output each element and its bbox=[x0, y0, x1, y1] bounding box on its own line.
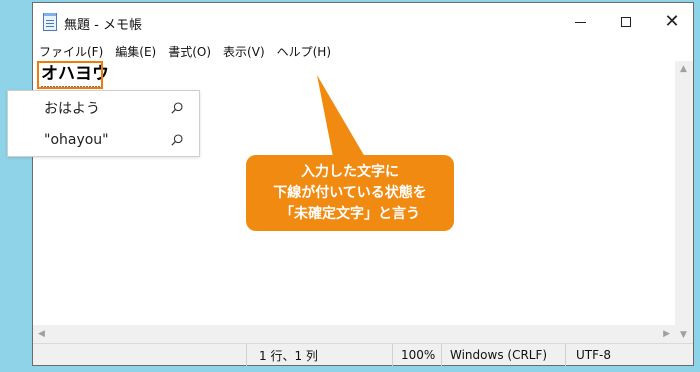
notepad-window: 無題 - メモ帳 ✕ ファイル(F) 編集(E) 書式(O) 表示(V) ヘルプ… bbox=[7, 2, 694, 366]
suggestion-label: おはよう bbox=[44, 101, 100, 117]
callout-pointer bbox=[317, 75, 365, 157]
minimize-button[interactable] bbox=[557, 3, 603, 41]
highlight-box bbox=[37, 61, 103, 89]
close-button[interactable]: ✕ bbox=[649, 3, 695, 41]
callout-line-2: 下線が付いている状態を bbox=[273, 184, 427, 201]
scroll-left-icon[interactable]: ◀ bbox=[38, 329, 45, 339]
title-bar[interactable]: 無題 - メモ帳 ✕ bbox=[33, 3, 693, 41]
scroll-right-icon[interactable]: ▶ bbox=[663, 329, 670, 339]
menu-help[interactable]: ヘルプ(H) bbox=[271, 43, 337, 60]
callout-line-1: 入力した文字に bbox=[301, 163, 399, 180]
annotation-callout: 入力した文字に 下線が付いている状態を 「未確定文字」と言う bbox=[246, 155, 454, 231]
window-title: 無題 - メモ帳 bbox=[64, 18, 142, 33]
callout-line-3: 「未確定文字」と言う bbox=[280, 205, 420, 222]
minimize-icon bbox=[574, 21, 586, 23]
status-bar: 1 行、1 列 100% Windows (CRLF) UTF-8 bbox=[33, 343, 693, 366]
horizontal-scrollbar[interactable]: ◀ ▶ bbox=[33, 325, 675, 343]
menu-file[interactable]: ファイル(F) bbox=[33, 43, 109, 60]
menu-bar: ファイル(F) 編集(E) 書式(O) 表示(V) ヘルプ(H) bbox=[33, 41, 693, 61]
notepad-icon bbox=[43, 13, 57, 31]
search-icon bbox=[171, 134, 183, 146]
ime-suggestion-list: おはよう "ohayou" bbox=[7, 90, 200, 157]
status-line-ending: Windows (CRLF) bbox=[441, 344, 565, 366]
menu-edit[interactable]: 編集(E) bbox=[109, 43, 162, 60]
maximize-button[interactable] bbox=[603, 3, 649, 41]
status-zoom: 100% bbox=[392, 344, 441, 366]
menu-format[interactable]: 書式(O) bbox=[162, 43, 217, 60]
suggestion-item[interactable]: "ohayou" bbox=[8, 124, 199, 156]
scroll-down-icon[interactable]: ▼ bbox=[680, 330, 687, 340]
scroll-up-icon[interactable]: ▲ bbox=[680, 64, 687, 74]
status-cursor-position: 1 行、1 列 bbox=[246, 344, 392, 366]
search-icon bbox=[171, 102, 183, 114]
maximize-icon bbox=[621, 17, 631, 27]
menu-view[interactable]: 表示(V) bbox=[217, 43, 271, 60]
status-encoding: UTF-8 bbox=[565, 344, 693, 366]
close-icon: ✕ bbox=[664, 11, 680, 32]
vertical-scrollbar[interactable]: ▲ ▼ bbox=[675, 61, 693, 343]
suggestion-item[interactable]: おはよう bbox=[8, 92, 199, 124]
suggestion-label: "ohayou" bbox=[44, 132, 109, 148]
text-editor[interactable]: オハヨウ おはよう "ohayou" 入力した文字に 下線が付いている状態を 「… bbox=[7, 61, 675, 325]
